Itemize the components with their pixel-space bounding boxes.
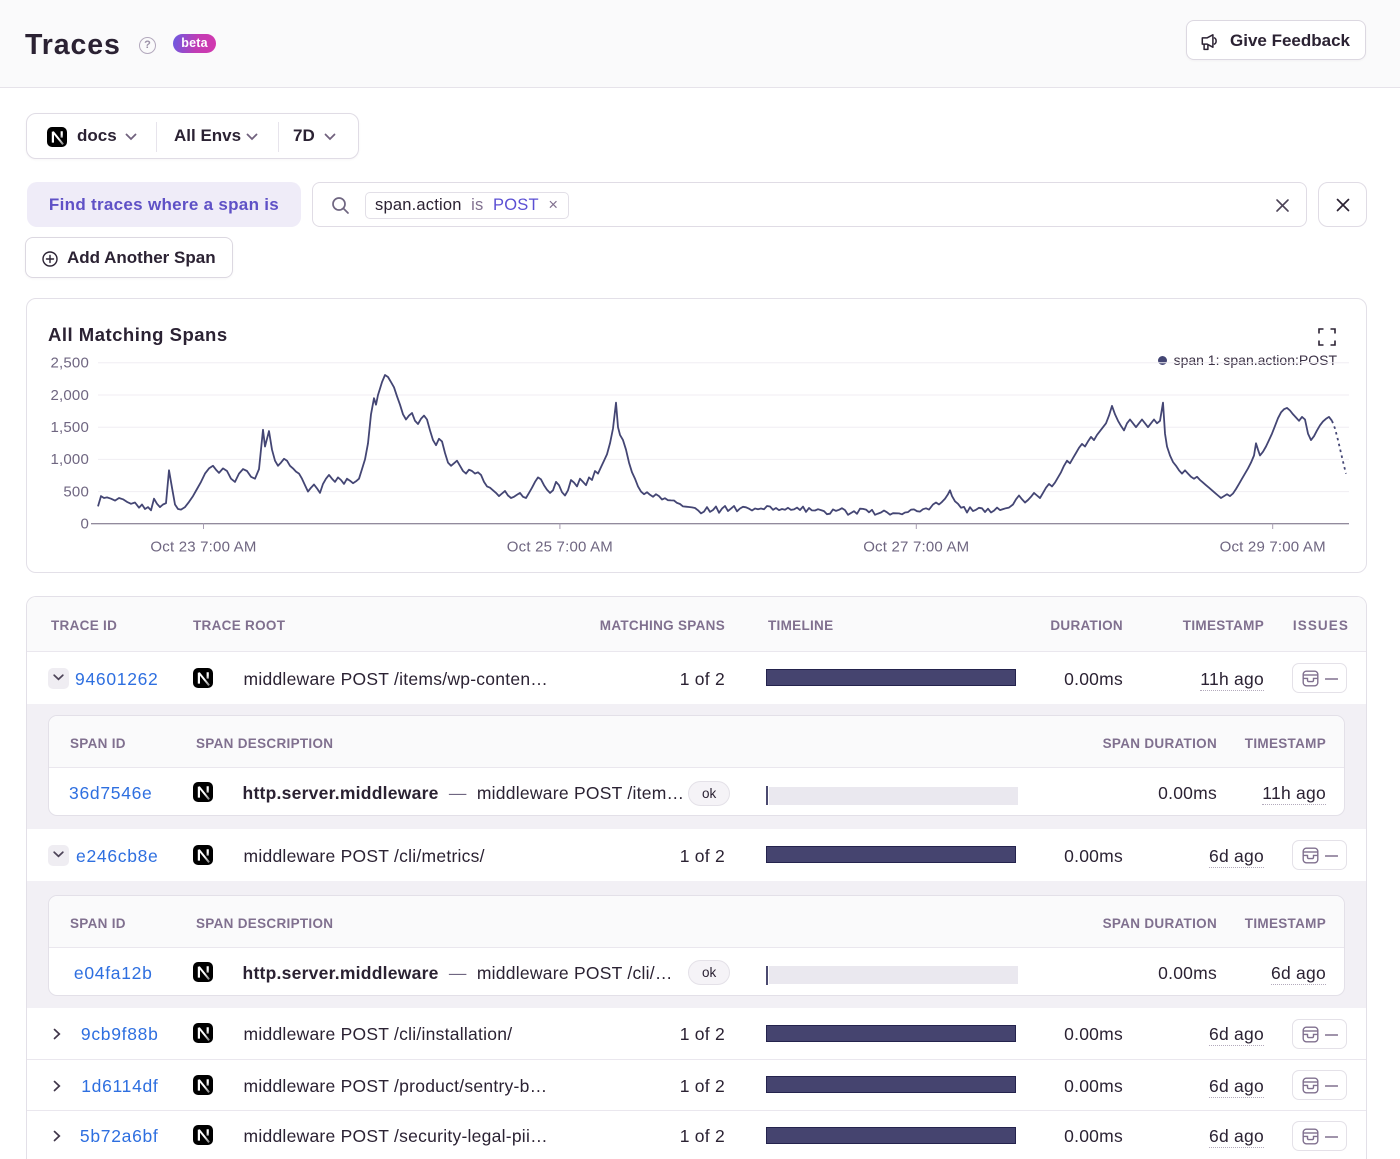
svg-text:Oct 27 7:00 AM: Oct 27 7:00 AM [863,539,969,556]
svg-text:2,500: 2,500 [50,355,89,372]
svg-text:Oct 23 7:00 AM: Oct 23 7:00 AM [150,539,256,556]
svg-text:2,000: 2,000 [50,387,89,404]
svg-text:1,000: 1,000 [50,451,89,468]
svg-text:0: 0 [80,516,89,533]
svg-text:500: 500 [63,483,89,500]
svg-text:1,500: 1,500 [50,419,89,436]
svg-text:Oct 29 7:00 AM: Oct 29 7:00 AM [1220,539,1326,556]
svg-text:Oct 25 7:00 AM: Oct 25 7:00 AM [507,539,613,556]
